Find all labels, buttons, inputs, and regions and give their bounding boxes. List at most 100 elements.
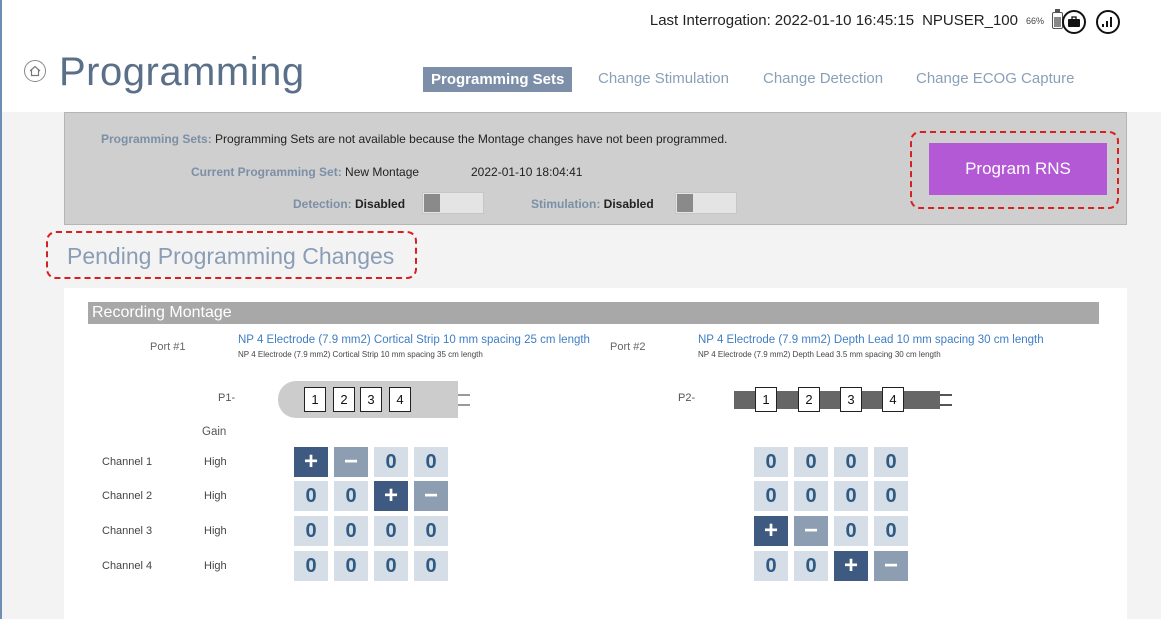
channel-p2-contact-cell[interactable]: − [794, 516, 828, 546]
port2-contact: 4 [882, 387, 904, 412]
channel-gain[interactable]: High [204, 560, 227, 572]
strip-tail-bottom [458, 404, 470, 406]
port1-contact: 1 [304, 387, 326, 412]
detection-toggle[interactable] [422, 192, 484, 214]
channel-p2-contact-cell[interactable]: 0 [754, 481, 788, 511]
port1-contact: 4 [389, 387, 411, 412]
channel-p1-contact-cell[interactable]: 0 [294, 551, 328, 581]
programming-sets-panel: Programming Sets: Programming Sets are n… [64, 112, 1127, 225]
channel-p2-contact-cell[interactable]: 0 [874, 447, 908, 477]
briefcase-icon[interactable] [1062, 10, 1086, 34]
channel-p2-contact-cell[interactable]: 0 [794, 551, 828, 581]
channel-p2-contact-cell[interactable]: + [754, 516, 788, 546]
port2-prefix: P2- [678, 392, 696, 404]
program-rns-button[interactable]: Program RNS [929, 143, 1107, 195]
depth-tail-bottom [940, 404, 952, 406]
channel-p1-contact-cell[interactable]: 0 [414, 551, 448, 581]
channel-p2-contact-cell[interactable]: + [834, 551, 868, 581]
port1-lead-name[interactable]: NP 4 Electrode (7.9 mm2) Cortical Strip … [238, 334, 590, 346]
channel-p1-contact-cell[interactable]: 0 [414, 447, 448, 477]
channel-label: Channel 3 [102, 525, 153, 537]
channel-gain[interactable]: High [204, 525, 227, 537]
port1-label: Port #1 [150, 341, 186, 353]
battery-fill [1054, 17, 1061, 27]
channel-p1-contact-cell[interactable]: 0 [374, 551, 408, 581]
current-set-label: Current Programming Set: [191, 165, 342, 179]
stimulation-line: Stimulation: Disabled [531, 197, 654, 211]
detection-line: Detection: Disabled [293, 197, 405, 211]
last-interrogation-value: 2022-01-10 16:45:15 [774, 12, 915, 29]
tab-change-ecog-capture[interactable]: Change ECOG Capture [916, 70, 1074, 87]
last-interrogation-label: Last Interrogation: [649, 12, 771, 29]
stimulation-value: Disabled [603, 197, 654, 211]
status-area: Last Interrogation: 2022-01-10 16:45:15 … [649, 9, 1063, 29]
channel-p1-contact-cell[interactable]: 0 [334, 481, 368, 511]
detection-label: Detection: [293, 197, 352, 211]
stimulation-toggle-knob [677, 194, 693, 212]
channel-label: Channel 4 [102, 560, 153, 572]
recording-montage-section: Recording Montage Port #1 NP 4 Electrode… [64, 288, 1127, 619]
channel-p1-contact-cell[interactable]: 0 [294, 516, 328, 546]
current-set-line: Current Programming Set: New Montage [191, 165, 419, 179]
tab-change-detection[interactable]: Change Detection [763, 70, 883, 87]
channel-p1-contact-cell[interactable]: − [414, 481, 448, 511]
page-title: Programming [59, 50, 305, 94]
strip-tail-top [458, 394, 470, 396]
channel-p1-contact-cell[interactable]: 0 [414, 516, 448, 546]
port2-lead-detail: NP 4 Electrode (7.9 mm2) Depth Lead 3.5 … [698, 350, 941, 359]
port1-contact: 2 [333, 387, 355, 412]
channel-p1-contact-cell[interactable]: + [294, 447, 328, 477]
channel-p2-contact-cell[interactable]: 0 [874, 516, 908, 546]
channel-p2-contact-cell[interactable]: 0 [834, 481, 868, 511]
channel-p1-contact-cell[interactable]: 0 [374, 447, 408, 477]
detection-toggle-knob [424, 194, 440, 212]
channel-p1-contact-cell[interactable]: 0 [334, 516, 368, 546]
recording-montage-header: Recording Montage [88, 302, 1099, 324]
port2-contact: 1 [755, 387, 777, 412]
port2-label: Port #2 [610, 341, 646, 353]
programming-sets-line: Programming Sets: Programming Sets are n… [101, 132, 727, 146]
channel-p1-contact-cell[interactable]: 0 [294, 481, 328, 511]
channel-p1-contact-cell[interactable]: 0 [334, 551, 368, 581]
title-row: Programming Programming Sets Change Stim… [2, 40, 1161, 112]
signal-icon[interactable] [1096, 10, 1120, 34]
gain-column-header: Gain [202, 426, 227, 438]
channel-p2-contact-cell[interactable]: 0 [794, 481, 828, 511]
home-icon[interactable] [24, 60, 46, 82]
channel-label: Channel 1 [102, 456, 153, 468]
channel-gain[interactable]: High [204, 456, 227, 468]
channel-p2-contact-cell[interactable]: 0 [754, 447, 788, 477]
programming-sets-message: Programming Sets are not available becau… [215, 132, 728, 146]
pending-changes-title: Pending Programming Changes [67, 243, 395, 269]
stimulation-toggle[interactable] [675, 192, 737, 214]
battery-percent: 66% [1025, 15, 1044, 26]
channel-p1-contact-cell[interactable]: − [334, 447, 368, 477]
depth-tail-top [940, 394, 952, 396]
tab-change-stimulation[interactable]: Change Stimulation [598, 70, 729, 87]
current-set-value: New Montage [345, 165, 420, 179]
port2-contact: 2 [798, 387, 820, 412]
port2-contact: 3 [840, 387, 862, 412]
channel-p2-contact-cell[interactable]: 0 [754, 551, 788, 581]
channel-p2-contact-cell[interactable]: 0 [834, 447, 868, 477]
port1-prefix: P1- [218, 392, 236, 404]
channel-p1-contact-cell[interactable]: 0 [374, 516, 408, 546]
channel-p1-contact-cell[interactable]: + [374, 481, 408, 511]
channel-gain[interactable]: High [204, 490, 227, 502]
user-name: NPUSER_100 [922, 12, 1018, 29]
stimulation-label: Stimulation: [531, 197, 601, 211]
port1-lead-detail: NP 4 Electrode (7.9 mm2) Cortical Strip … [238, 350, 483, 359]
detection-value: Disabled [355, 197, 406, 211]
channel-label: Channel 2 [102, 490, 153, 502]
port2-lead-name[interactable]: NP 4 Electrode (7.9 mm2) Depth Lead 10 m… [698, 334, 1044, 346]
programming-sets-label: Programming Sets: [101, 132, 212, 146]
channel-p2-contact-cell[interactable]: − [874, 551, 908, 581]
app-window: Last Interrogation: 2022-01-10 16:45:15 … [0, 0, 1161, 619]
channel-p2-contact-cell[interactable]: 0 [794, 447, 828, 477]
tab-programming-sets[interactable]: Programming Sets [423, 67, 573, 92]
channel-p2-contact-cell[interactable]: 0 [834, 516, 868, 546]
top-status-bar: Last Interrogation: 2022-01-10 16:45:15 … [2, 0, 1161, 40]
channel-p2-contact-cell[interactable]: 0 [874, 481, 908, 511]
current-set-date: 2022-01-10 18:04:41 [471, 165, 583, 179]
port1-contact: 3 [360, 387, 382, 412]
